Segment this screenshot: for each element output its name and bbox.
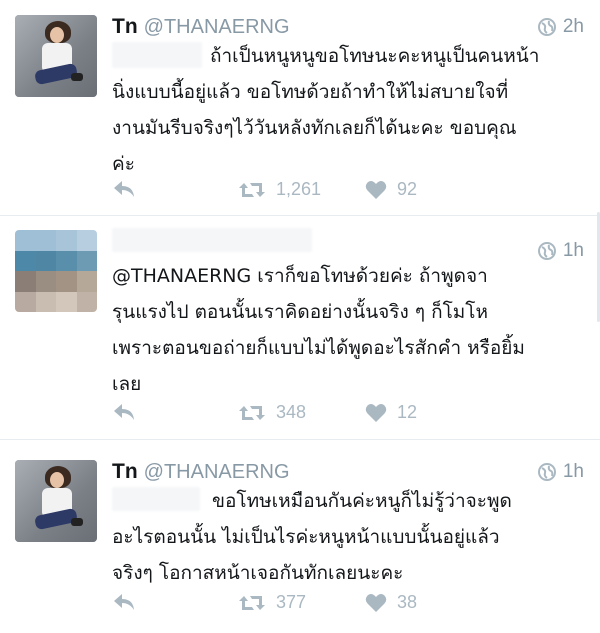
like-count: 92 bbox=[397, 179, 418, 199]
tweet-text: ถ้าเป็นหนูหนูขอโทษนะคะหนูเป็นคนหน้า นิ่ง… bbox=[112, 38, 582, 182]
avatar[interactable] bbox=[15, 230, 97, 312]
retweet-button[interactable]: 1,261 bbox=[238, 179, 321, 200]
like-count: 12 bbox=[397, 402, 418, 422]
tweet-1[interactable]: Tn @THANAERNG 2h ถ้าเป็นหนูหนูขอโทษนะคะหน… bbox=[0, 0, 600, 215]
timestamp[interactable]: 1h bbox=[537, 461, 584, 483]
tweet-author[interactable]: Tn @THANAERNG bbox=[112, 459, 290, 484]
tweet-text-line: เพราะตอนขอถ่ายก็แบบไม่ได้พูดอะไรสักคำ หร… bbox=[112, 337, 525, 359]
tweet-text-line: ขอโทษเหมือนกันค่ะหนูก็ไม่รู้ว่าจะพูด bbox=[212, 490, 512, 512]
display-name[interactable]: Tn bbox=[112, 460, 138, 483]
heart-icon bbox=[365, 593, 387, 612]
retweet-count: 1,261 bbox=[276, 179, 322, 199]
redacted-author bbox=[112, 228, 312, 252]
tweet-actions: 348 12 bbox=[112, 402, 582, 428]
tweet-text-line: เลย bbox=[112, 373, 142, 395]
heart-icon bbox=[365, 180, 387, 199]
username[interactable]: @THANAERNG bbox=[144, 16, 290, 38]
tweet-text-line: ค่ะ bbox=[112, 153, 135, 175]
reply-button[interactable] bbox=[112, 592, 136, 612]
retweet-button[interactable]: 377 bbox=[238, 592, 306, 613]
avatar[interactable] bbox=[15, 15, 97, 97]
reply-icon bbox=[114, 181, 134, 197]
retweet-count: 348 bbox=[276, 402, 307, 422]
tweet-actions: 1,261 92 bbox=[112, 179, 582, 205]
display-name[interactable]: Tn bbox=[112, 15, 138, 38]
like-count: 38 bbox=[397, 592, 418, 612]
time-label: 2h bbox=[562, 16, 584, 37]
tweet-actions: 377 38 bbox=[112, 592, 582, 618]
reply-button[interactable] bbox=[112, 179, 136, 199]
tweet-author[interactable]: Tn @THANAERNG bbox=[112, 14, 290, 39]
tweet-text-line: จริงๆ โอกาสหน้าเจอกันทักเลยนะคะ bbox=[112, 562, 404, 584]
like-button[interactable]: 92 bbox=[365, 179, 417, 200]
tweet-text: @THANAERNG เราก็ขอโทษด้วยค่ะ ถ้าพูดจา รุ… bbox=[112, 258, 582, 402]
like-button[interactable]: 12 bbox=[365, 402, 417, 423]
retweet-icon bbox=[239, 595, 265, 610]
reply-button[interactable] bbox=[112, 402, 136, 422]
tweet-3[interactable]: Tn @THANAERNG 1h ขอโทษเหมือนกันค่ะหนูก็ไม… bbox=[0, 440, 600, 633]
tweet-text-line: อะไรตอนนั้น ไม่เป็นไรค่ะหนูหน้าแบบนั้นอย… bbox=[112, 526, 500, 548]
timestamp[interactable]: 2h bbox=[537, 16, 584, 38]
tweet-text-line: ถ้าเป็นหนูหนูขอโทษนะคะหนูเป็นคนหน้า bbox=[210, 45, 540, 67]
retweet-icon bbox=[239, 182, 265, 197]
retweet-icon bbox=[239, 405, 265, 420]
tweet-text: ขอโทษเหมือนกันค่ะหนูก็ไม่รู้ว่าจะพูด อะไ… bbox=[112, 483, 582, 591]
reply-icon bbox=[114, 594, 134, 610]
reply-icon bbox=[114, 404, 134, 420]
username[interactable]: @THANAERNG bbox=[144, 461, 290, 483]
retweet-button[interactable]: 348 bbox=[238, 402, 306, 423]
tweet-2[interactable]: 1h @THANAERNG เราก็ขอโทษด้วยค่ะ ถ้าพูดจา… bbox=[0, 216, 600, 439]
tweet-text-line: รุนแรงไป ตอนนั้นเราคิดอย่างนั้นจริง ๆ ก็… bbox=[112, 301, 489, 323]
time-label: 1h bbox=[562, 461, 584, 482]
tweet-text-line: งานมันรีบจริงๆไว้วันหลังทักเลยก็ได้นะคะ … bbox=[112, 117, 517, 139]
globe-icon bbox=[537, 18, 556, 36]
like-button[interactable]: 38 bbox=[365, 592, 417, 613]
avatar[interactable] bbox=[15, 460, 97, 542]
tweet-text-line: @THANAERNG เราก็ขอโทษด้วยค่ะ ถ้าพูดจา bbox=[112, 265, 488, 287]
heart-icon bbox=[365, 403, 387, 422]
globe-icon bbox=[537, 463, 556, 481]
tweet-text-line: นิ่งแบบนี้อยู่แล้ว ขอโทษด้วยถ้าทำให้ไม่ส… bbox=[112, 81, 509, 103]
retweet-count: 377 bbox=[276, 592, 307, 612]
